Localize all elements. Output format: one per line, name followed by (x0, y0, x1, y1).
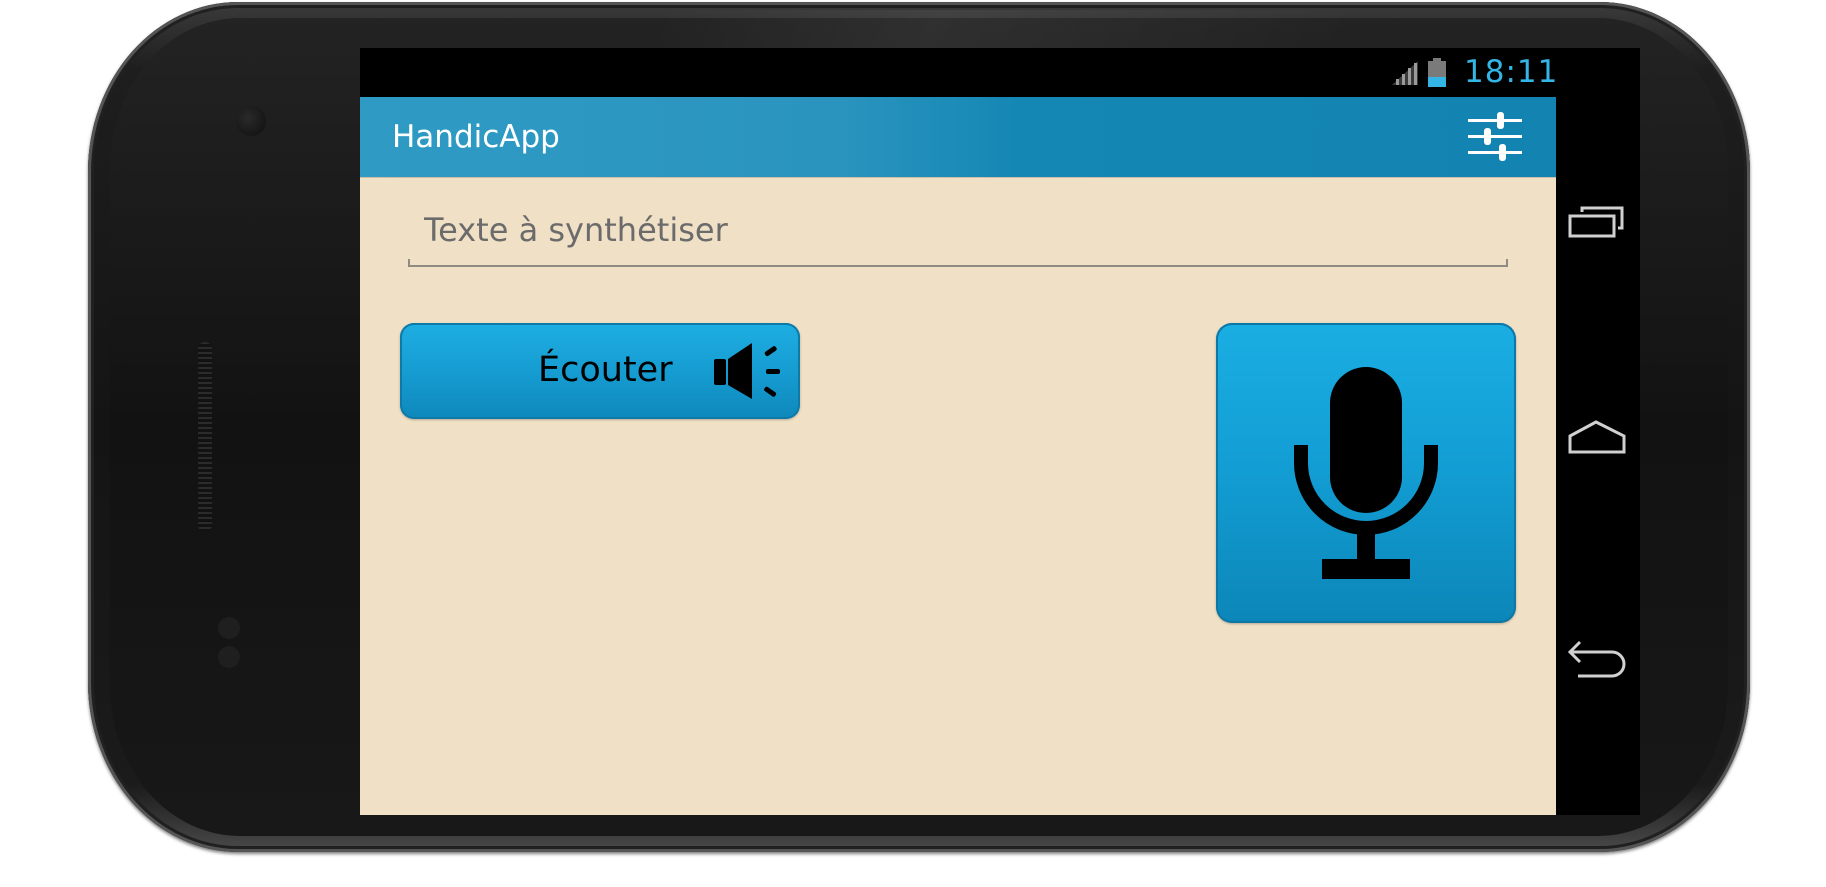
text-to-synthesize-input[interactable] (408, 197, 1508, 263)
speaker-icon (714, 343, 780, 399)
navigation-bar (1556, 48, 1640, 815)
proximity-sensor (218, 617, 240, 639)
back-button[interactable] (1556, 622, 1640, 702)
home-icon (1568, 420, 1626, 454)
field-underline (408, 265, 1508, 267)
recent-apps-icon (1568, 206, 1624, 238)
light-sensor (218, 646, 240, 668)
recent-apps-button[interactable] (1556, 178, 1640, 258)
listen-button-label: Écouter (538, 350, 673, 390)
microphone-icon (1294, 367, 1438, 579)
status-clock: 18:11 (1464, 54, 1559, 90)
microphone-button[interactable] (1216, 323, 1516, 623)
phone-device: 18:11 HandicApp Texte à synthétiser Écou… (88, 2, 1750, 852)
earpiece-speaker-grille (198, 342, 212, 532)
status-bar: 18:11 (360, 48, 1559, 97)
listen-button[interactable]: Écouter (400, 323, 800, 419)
app-title: HandicApp (392, 119, 560, 155)
action-bar: HandicApp (360, 97, 1556, 177)
front-camera (236, 106, 266, 136)
stage: 18:11 HandicApp Texte à synthétiser Écou… (0, 0, 1826, 887)
text-to-synthesize-field[interactable] (408, 197, 1508, 267)
app-content: HandicApp Texte à synthétiser Écouter (360, 97, 1556, 815)
battery-icon (1428, 58, 1446, 87)
home-button[interactable] (1556, 398, 1640, 478)
field-underline-right-tick (1506, 259, 1508, 267)
cell-signal-icon (1392, 61, 1418, 85)
sliders-icon (1468, 112, 1522, 161)
back-icon (1567, 640, 1626, 678)
phone-screen: 18:11 HandicApp Texte à synthétiser Écou… (360, 48, 1640, 815)
settings-button[interactable] (1466, 111, 1524, 163)
field-underline-left-tick (408, 259, 410, 267)
